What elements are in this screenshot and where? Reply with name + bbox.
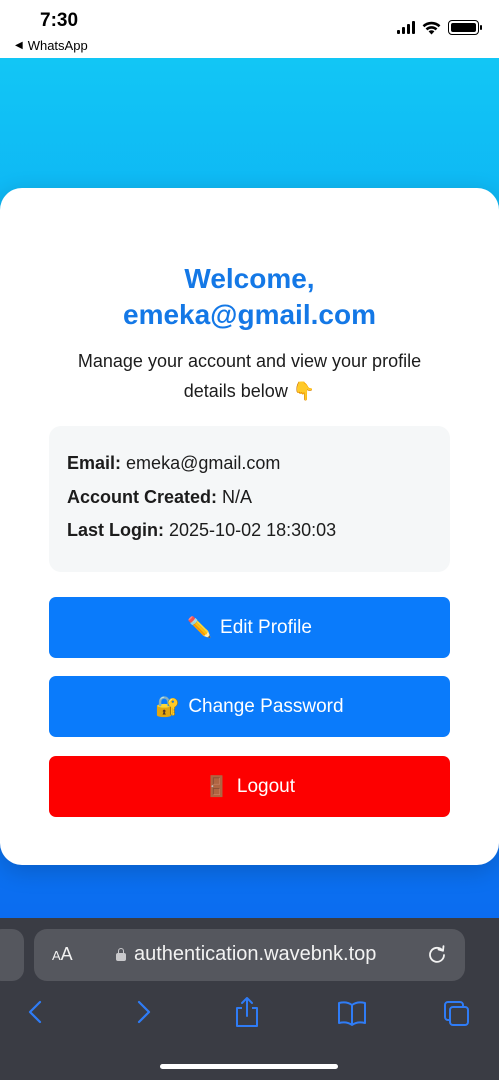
info-row-email: Email: emeka@gmail.com [67,452,432,474]
info-label: Email: [67,453,122,473]
edit-profile-button[interactable]: ✏️ Edit Profile [49,597,450,658]
change-password-button[interactable]: 🔐 Change Password [49,676,450,737]
status-icons [397,20,482,35]
edit-profile-label: Edit Profile [220,616,312,638]
status-bar: 7:30 ◀ WhatsApp [0,0,499,58]
tabs-icon[interactable] [442,996,472,1028]
account-info-box: Email: emeka@gmail.com Account Created: … [49,426,450,572]
text-size-icon[interactable]: AA [52,944,73,965]
lock-icon [116,948,126,961]
share-icon[interactable] [232,996,262,1028]
url-text[interactable]: authentication.wavebnk.top [134,943,376,966]
wifi-icon [422,21,441,34]
door-icon: 🚪 [203,776,229,798]
welcome-heading: Welcome, emeka@gmail.com [0,261,499,333]
pencil-icon: ✏️ [187,617,213,639]
cellular-signal-icon [397,21,415,34]
change-password-label: Change Password [188,695,344,717]
lock-with-key-icon: 🔐 [155,696,181,718]
logout-label: Logout [236,775,296,797]
browser-toolbar: AA authentication.wavebnk.top [0,918,499,1080]
previous-tab-preview[interactable] [0,929,24,981]
info-label: Last Login: [67,520,164,540]
welcome-line: Welcome, [184,263,315,294]
back-icon[interactable] [22,996,52,1028]
info-row-last-login: Last Login: 2025-10-02 18:30:03 [67,519,432,541]
logout-button[interactable]: 🚪 Logout [49,756,450,817]
info-row-account-created: Account Created: N/A [67,486,432,508]
info-value: 2025-10-02 18:30:03 [169,520,337,540]
home-indicator [160,1064,338,1069]
info-value: emeka@gmail.com [126,453,281,473]
back-to-app-link[interactable]: ◀ WhatsApp [15,38,88,53]
browser-nav-row [0,996,499,1032]
profile-card: Welcome, emeka@gmail.com Manage your acc… [0,188,499,865]
clock: 7:30 [40,10,79,31]
back-app-label: WhatsApp [27,38,88,53]
bookmarks-icon[interactable] [336,996,368,1028]
page-background: Welcome, emeka@gmail.com Manage your acc… [0,58,499,918]
reload-icon[interactable] [427,944,447,964]
back-triangle-icon: ◀ [15,40,23,51]
address-bar[interactable]: AA authentication.wavebnk.top [34,929,465,981]
info-label: Account Created: [67,486,218,507]
welcome-email: emeka@gmail.com [123,299,376,330]
forward-icon[interactable] [128,996,158,1028]
battery-icon [448,20,482,35]
subtitle: Manage your account and view your profil… [77,351,422,401]
info-value: N/A [222,486,253,507]
